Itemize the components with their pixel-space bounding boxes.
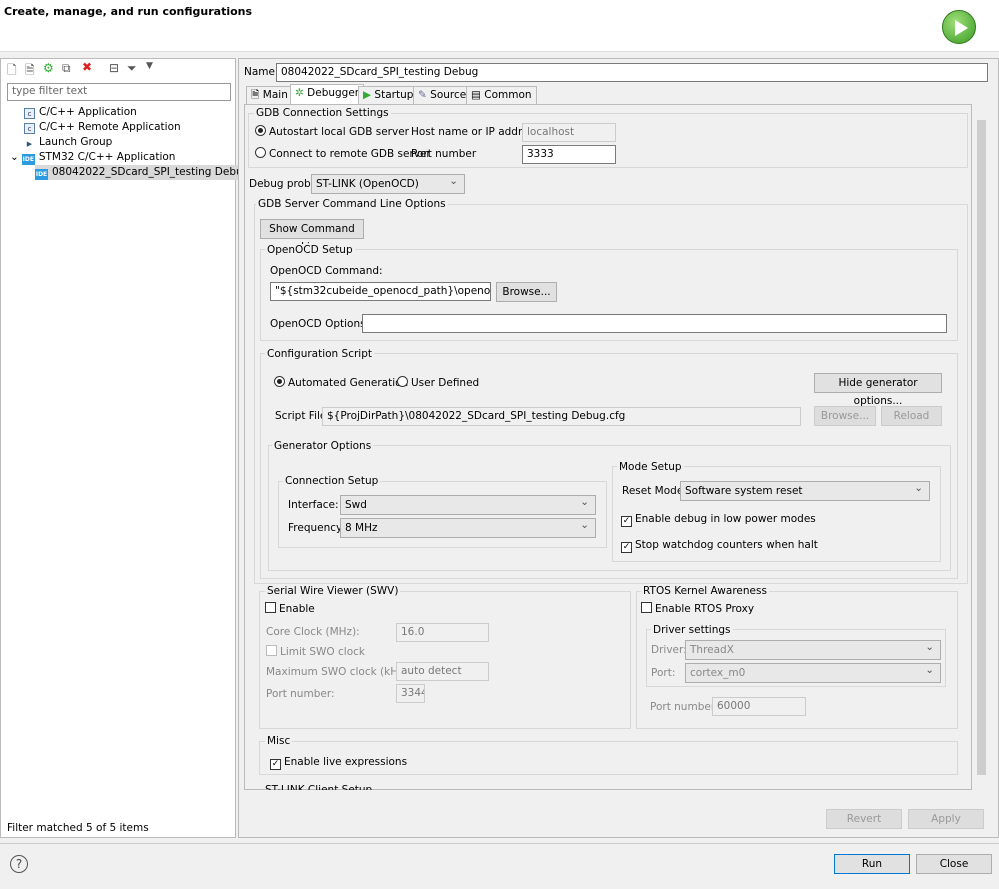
tab-common[interactable]: ▤ Common	[466, 86, 537, 104]
apply-button[interactable]: Apply	[908, 809, 984, 829]
help-icon[interactable]: ?	[10, 855, 28, 873]
interface-select[interactable]: Swd	[340, 494, 596, 515]
tree-item[interactable]: c C/C++ Remote Application	[24, 120, 181, 135]
openocd-command-label: OpenOCD Command:	[270, 265, 383, 277]
export-icon[interactable]: ⚙	[43, 61, 54, 75]
host-label: Host name or IP address	[411, 126, 540, 138]
swv-port-label: Port number:	[266, 688, 335, 700]
hide-generator-options-button[interactable]: Hide generator options...	[814, 373, 942, 407]
driver-settings-title: Driver settings	[651, 624, 733, 636]
low-power-checkbox[interactable]: ✓ Enable debug in low power modes	[621, 513, 816, 527]
swv-enable-checkbox[interactable]: Enable	[265, 602, 315, 615]
rtos-port-select[interactable]: cortex_m0	[685, 662, 941, 683]
filter-icon[interactable]: ⏷	[127, 61, 137, 76]
generator-options-title: Generator Options	[272, 440, 374, 452]
run-icon	[942, 10, 976, 44]
filter-status: Filter matched 5 of 5 items	[7, 822, 149, 834]
collapse-all-icon[interactable]: ⊟	[109, 61, 119, 75]
ide-icon: IDE	[21, 154, 35, 165]
tree-item-selected[interactable]: IDE 08042022_SDcard_SPI_testing Debug	[35, 165, 253, 180]
debug-probe-label: Debug probe	[249, 178, 318, 190]
divider	[0, 843, 999, 844]
c-app-icon: c	[24, 123, 35, 134]
debug-probe-select[interactable]: ST-LINK (OpenOCD)	[311, 173, 465, 194]
chevron-down-icon[interactable]: ⌄	[10, 151, 19, 163]
stlink-client-title: ST-LINK Client Setup	[265, 784, 373, 790]
openocd-browse-button[interactable]: Browse...	[496, 282, 557, 302]
frequency-select[interactable]: 8 MHz	[340, 517, 596, 538]
script-file-input[interactable]: ${ProjDirPath}\08042022_SDcard_SPI_testi…	[322, 407, 801, 426]
max-swo-input[interactable]: auto detect	[396, 662, 489, 681]
misc-title: Misc	[265, 735, 293, 747]
run-button[interactable]: Run	[834, 854, 910, 874]
ide-icon: IDE	[35, 169, 48, 180]
openocd-options-input[interactable]	[362, 314, 947, 333]
c-app-icon: c	[24, 108, 35, 119]
server-options-title: GDB Server Command Line Options	[256, 198, 448, 210]
watchdog-checkbox[interactable]: ✓ Stop watchdog counters when halt	[621, 539, 818, 553]
tab-startup[interactable]: ▶ Startup	[358, 86, 419, 104]
name-label: Name:	[244, 66, 279, 78]
tree-item[interactable]: ▶ Launch Group	[24, 135, 113, 150]
tab-main[interactable]: 🗎 Main	[246, 86, 293, 104]
show-command-line-button[interactable]: Show Command Line	[260, 219, 364, 253]
rtos-portnum-label: Port number:	[650, 701, 719, 713]
delete-icon[interactable]: ✖	[82, 60, 92, 74]
name-input[interactable]: 08042022_SDcard_SPI_testing Debug	[276, 63, 988, 82]
interface-label: Interface:	[288, 499, 339, 511]
limit-swo-checkbox[interactable]: Limit SWO clock	[266, 645, 365, 658]
close-button[interactable]: Close	[916, 854, 992, 874]
core-clock-label: Core Clock (MHz):	[266, 626, 360, 638]
script-browse-button[interactable]: Browse...	[814, 406, 876, 426]
driver-select[interactable]: ThreadX	[685, 639, 941, 660]
new-prototype-icon[interactable]: 🗎	[25, 61, 35, 82]
openocd-setup-title: OpenOCD Setup	[265, 244, 355, 256]
filter-input[interactable]: type filter text	[7, 83, 231, 101]
dialog-title: Create, manage, and run configurations	[4, 5, 253, 18]
core-clock-input[interactable]: 16.0	[396, 623, 489, 642]
reset-mode-label: Reset Mode:	[622, 485, 687, 497]
scrollbar[interactable]	[974, 106, 988, 790]
openocd-options-label: OpenOCD Options :	[270, 318, 373, 330]
tree-item[interactable]: ⌄ IDE STM32 C/C++ Application	[10, 150, 175, 165]
rtos-port-label: Port:	[651, 667, 676, 679]
gdb-connection-title: GDB Connection Settings	[254, 107, 391, 119]
port-label: Port number	[411, 148, 477, 160]
reload-button[interactable]: Reload	[881, 406, 942, 426]
port-input[interactable]: 3333	[522, 145, 616, 164]
connection-setup-title: Connection Setup	[283, 475, 381, 487]
swv-port-input[interactable]: 3344	[396, 684, 425, 703]
host-input[interactable]: localhost	[522, 123, 616, 142]
openocd-command-input[interactable]: "${stm32cubeide_openocd_path}\openocd.ex…	[270, 282, 491, 301]
tab-source[interactable]: ✎ Source	[413, 86, 472, 104]
autostart-radio[interactable]: Autostart local GDB server	[255, 125, 409, 138]
user-defined-radio[interactable]: User Defined	[397, 376, 479, 389]
rtos-title: RTOS Kernel Awareness	[641, 585, 769, 597]
filter-menu-icon[interactable]: ▼	[146, 61, 153, 71]
driver-label: Driver:	[651, 644, 687, 656]
tree-item[interactable]: c C/C++ Application	[24, 105, 137, 120]
live-expressions-checkbox[interactable]: ✓ Enable live expressions	[270, 756, 407, 770]
rtos-enable-checkbox[interactable]: Enable RTOS Proxy	[641, 602, 754, 615]
frequency-label: Frequency:	[288, 522, 346, 534]
launch-group-icon: ▶	[26, 140, 33, 148]
mode-setup-title: Mode Setup	[617, 461, 684, 473]
header: Create, manage, and run configurations	[0, 0, 999, 52]
duplicate-icon[interactable]: ⧉	[62, 61, 71, 76]
automated-generation-radio[interactable]: Automated Generation	[274, 376, 408, 389]
config-script-title: Configuration Script	[265, 348, 374, 360]
swv-title: Serial Wire Viewer (SWV)	[265, 585, 401, 597]
remote-radio[interactable]: Connect to remote GDB server	[255, 147, 431, 160]
revert-button[interactable]: Revert	[826, 809, 902, 829]
max-swo-label: Maximum SWO clock (kHz):	[266, 666, 412, 678]
rtos-portnum-input[interactable]: 60000	[712, 697, 806, 716]
new-config-icon[interactable]: 🗋	[7, 61, 17, 82]
reset-mode-select[interactable]: Software system reset	[680, 480, 930, 501]
tab-debugger[interactable]: ✲ Debugger	[290, 84, 365, 104]
